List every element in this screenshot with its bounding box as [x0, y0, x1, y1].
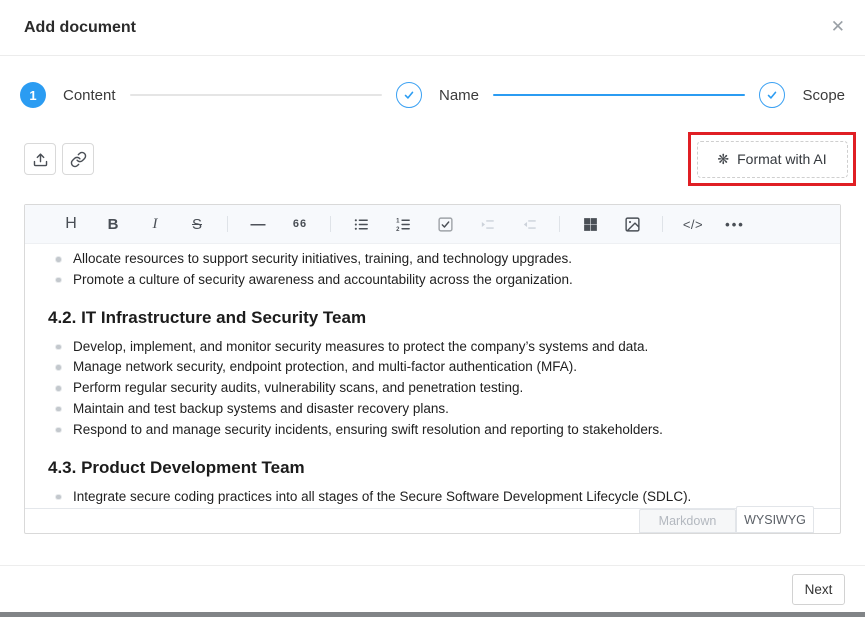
doc-heading: 4.2. IT Infrastructure and Security Team	[48, 305, 824, 331]
doc-heading: 4.3. Product Development Team	[48, 455, 824, 481]
step-name-label: Name	[439, 87, 479, 104]
editor-content[interactable]: Allocate resources to support security i…	[25, 244, 840, 508]
header-divider	[0, 55, 865, 56]
italic-icon[interactable]: I	[143, 211, 167, 237]
toolbar-divider	[662, 216, 663, 232]
bullet-list-icon[interactable]	[349, 211, 373, 237]
next-button[interactable]: Next	[792, 574, 845, 605]
check-circle-icon	[759, 82, 785, 108]
code-icon[interactable]: </>	[681, 211, 705, 237]
doc-bullet-item: Promote a culture of security awareness …	[48, 270, 824, 291]
upload-file-button[interactable]	[24, 143, 56, 175]
toolbar-divider	[330, 216, 331, 232]
toolbar-divider	[227, 216, 228, 232]
doc-bullet-list: Allocate resources to support security i…	[48, 249, 824, 291]
step-scope[interactable]: Scope	[759, 82, 845, 108]
doc-bullet-list: Integrate secure coding practices into a…	[48, 487, 824, 508]
doc-bullet-item: Maintain and test backup systems and dis…	[48, 399, 824, 420]
mode-tab-markdown[interactable]: Markdown	[639, 509, 736, 533]
doc-bullet-item: Respond to and manage security incidents…	[48, 420, 824, 441]
table-icon[interactable]	[578, 211, 602, 237]
doc-bullet-item: Develop, implement, and monitor security…	[48, 337, 824, 358]
step-content-label: Content	[63, 87, 116, 104]
doc-bullet-item: Integrate secure coding practices into a…	[48, 487, 824, 508]
image-icon[interactable]	[620, 211, 644, 237]
bold-icon[interactable]: B	[101, 211, 125, 237]
add-link-button[interactable]	[62, 143, 94, 175]
rich-text-editor: HBIS—6612</>••• Allocate resources to su…	[24, 204, 841, 534]
more-icon[interactable]: •••	[723, 211, 747, 237]
step-content-indicator: 1	[20, 82, 46, 108]
svg-text:1: 1	[396, 218, 400, 224]
red-annotation-highlight: ❋ Format with AI	[688, 132, 856, 186]
dialog-header: Add document ✕	[0, 0, 865, 55]
svg-text:2: 2	[396, 226, 400, 232]
link-icon	[70, 151, 87, 168]
doc-bullet-item: Allocate resources to support security i…	[48, 249, 824, 270]
editor-mode-tabs: MarkdownWYSIWYG	[639, 509, 814, 533]
format-with-ai-label: Format with AI	[737, 151, 826, 167]
footer-divider	[0, 565, 865, 566]
heading-icon[interactable]: H	[59, 211, 83, 237]
format-with-ai-button[interactable]: ❋ Format with AI	[697, 141, 848, 178]
blockquote-icon[interactable]: 66	[288, 211, 312, 237]
mode-tab-wysiwyg[interactable]: WYSIWYG	[736, 506, 814, 533]
close-icon[interactable]: ✕	[829, 17, 847, 37]
editor-mode-bar: MarkdownWYSIWYG	[25, 508, 840, 533]
horizontal-rule-icon[interactable]: —	[246, 211, 270, 237]
toolbar-divider	[559, 216, 560, 232]
dialog-title: Add document	[24, 19, 136, 37]
content-source-actions	[24, 143, 94, 175]
step-connector-2	[493, 94, 745, 96]
page-bottom-edge	[0, 612, 865, 617]
step-content[interactable]: 1 Content	[20, 82, 116, 108]
stepper: 1 Content Name Scope	[20, 82, 845, 108]
indent-icon	[475, 211, 499, 237]
ordered-list-icon[interactable]: 12	[391, 211, 415, 237]
step-name[interactable]: Name	[396, 82, 479, 108]
check-circle-icon	[396, 82, 422, 108]
doc-bullet-list: Develop, implement, and monitor security…	[48, 337, 824, 441]
editor-toolbar: HBIS—6612</>•••	[25, 205, 840, 244]
strikethrough-icon[interactable]: S	[185, 211, 209, 237]
upload-icon	[32, 151, 49, 168]
step-connector-1	[130, 94, 382, 96]
ai-rosette-icon: ❋	[717, 152, 729, 166]
doc-bullet-item: Manage network security, endpoint protec…	[48, 357, 824, 378]
outdent-icon	[517, 211, 541, 237]
step-scope-label: Scope	[802, 87, 845, 104]
task-list-icon[interactable]	[433, 211, 457, 237]
doc-bullet-item: Perform regular security audits, vulnera…	[48, 378, 824, 399]
